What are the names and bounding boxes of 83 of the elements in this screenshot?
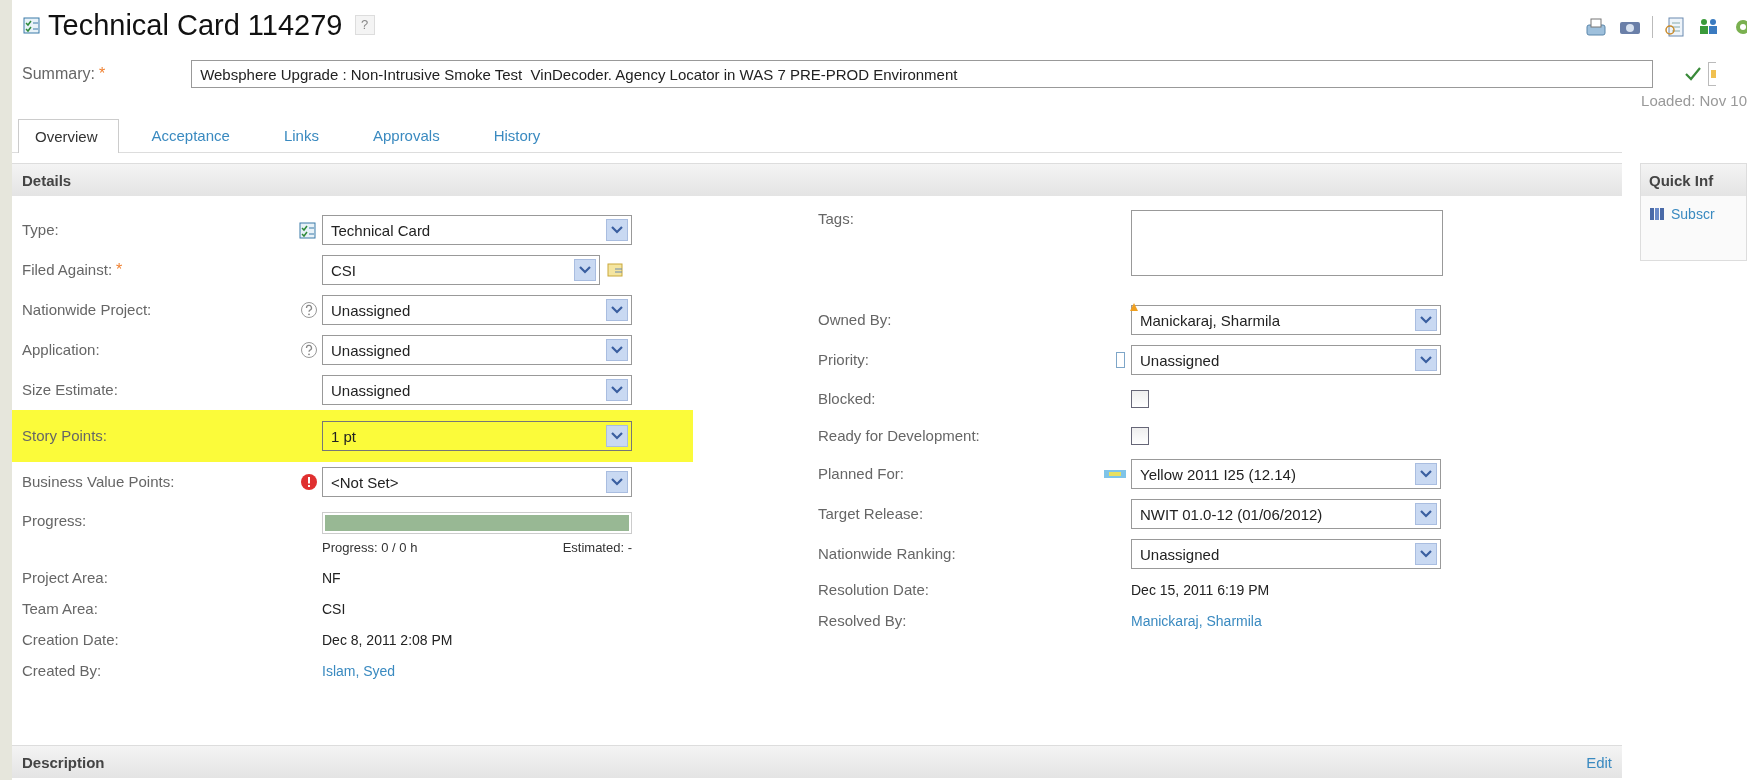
checkbox[interactable] bbox=[1131, 426, 1149, 445]
document-search-icon[interactable] bbox=[1663, 16, 1687, 38]
field-label: Planned For: bbox=[818, 465, 904, 482]
field-value: Dec 15, 2011 6:19 PM bbox=[1131, 581, 1270, 598]
estimate-text: Estimated: - bbox=[562, 540, 632, 555]
tags-field[interactable] bbox=[1131, 210, 1443, 276]
field-label: Nationwide Project: bbox=[22, 301, 152, 318]
dropdown-button[interactable] bbox=[1415, 503, 1437, 525]
panel-title: Quick Inf bbox=[1649, 171, 1714, 189]
dropdown-field[interactable]: Unassigned bbox=[322, 295, 632, 325]
field-label: Business Value Points: bbox=[22, 473, 175, 490]
field-label: Filed Against: bbox=[22, 261, 113, 278]
dropdown-field[interactable]: Unassigned bbox=[322, 375, 632, 405]
dropdown-field[interactable]: <Not Set> bbox=[322, 467, 632, 497]
error-icon bbox=[300, 473, 318, 491]
dropdown-button[interactable] bbox=[606, 219, 628, 241]
loaded-timestamp: Loaded: Nov 10 bbox=[1641, 92, 1747, 111]
subscribe-link[interactable]: Subscr bbox=[1671, 206, 1715, 222]
field-label: Team Area: bbox=[22, 599, 98, 617]
dropdown-button[interactable] bbox=[606, 339, 628, 361]
warning-icon bbox=[1130, 303, 1138, 311]
folder-icon bbox=[606, 260, 626, 280]
dropdown-field[interactable]: Unassigned bbox=[1131, 345, 1441, 375]
dropdown-field[interactable]: NWIT 01.0-12 (01/06/2012) bbox=[1131, 499, 1441, 529]
help-icon bbox=[300, 341, 318, 359]
dropdown-field[interactable]: CSI bbox=[322, 255, 600, 285]
field-label: Size Estimate: bbox=[22, 381, 118, 398]
field-label: Target Release: bbox=[818, 505, 924, 522]
field-label: Priority: bbox=[818, 351, 869, 368]
tab[interactable]: Approvals bbox=[355, 118, 461, 152]
checkbox[interactable] bbox=[1131, 389, 1149, 408]
summary-field[interactable]: Websphere Upgrade : Non-Intrusive Smoke Test VinDecoder. Agency Locator in WAS 7 PRE-PROD Environment bbox=[191, 60, 1654, 88]
dropdown-button[interactable] bbox=[1415, 349, 1437, 371]
page-title: Technical Card 114279 bbox=[48, 8, 343, 42]
section-title: Details bbox=[22, 171, 72, 189]
field-value: Dec 8, 2011 2:08 PM bbox=[322, 631, 453, 648]
field-label: Progress: bbox=[22, 512, 87, 529]
dropdown-field[interactable]: Manickaraj, Sharmila bbox=[1131, 305, 1441, 335]
tab[interactable]: Overview bbox=[18, 119, 119, 153]
field-label: Creation Date: bbox=[22, 630, 119, 648]
field-label: Project Area: bbox=[22, 568, 108, 586]
priority-icon bbox=[1115, 350, 1127, 370]
field-label: Owned By: bbox=[818, 311, 892, 328]
required-marker: * bbox=[116, 261, 123, 278]
user-link[interactable]: Islam, Syed bbox=[322, 662, 396, 679]
field-label: Blocked: bbox=[818, 389, 876, 407]
dropdown-button[interactable] bbox=[606, 425, 628, 447]
field-label: Story Points: bbox=[22, 427, 108, 444]
field-label: Application: bbox=[22, 341, 100, 358]
tab[interactable]: Links bbox=[266, 118, 340, 152]
user-link[interactable]: Manickaraj, Sharmila bbox=[1131, 612, 1262, 629]
dropdown-button[interactable] bbox=[1415, 543, 1437, 565]
dropdown-button[interactable] bbox=[606, 471, 628, 493]
iteration-icon bbox=[1103, 468, 1127, 480]
field-label: Type: bbox=[22, 221, 59, 238]
dropdown-button[interactable] bbox=[1415, 463, 1437, 485]
checklist-icon bbox=[22, 15, 42, 35]
dropdown-field[interactable]: Unassigned bbox=[322, 335, 632, 365]
dropdown-field[interactable]: Technical Card bbox=[322, 215, 632, 245]
field-label: Resolution Date: bbox=[818, 580, 929, 598]
field-label: Created By: bbox=[22, 661, 102, 679]
print-icon[interactable] bbox=[1584, 16, 1608, 38]
checklist-icon bbox=[298, 220, 318, 240]
help-icon bbox=[300, 301, 318, 319]
dropdown-button[interactable] bbox=[1415, 309, 1437, 331]
field-label: Nationwide Ranking: bbox=[818, 545, 956, 562]
tab[interactable]: History bbox=[476, 118, 562, 152]
field-label: Tags: bbox=[818, 210, 854, 227]
field-label: Resolved By: bbox=[818, 611, 907, 629]
dropdown-button[interactable] bbox=[606, 299, 628, 321]
dropdown-button[interactable] bbox=[574, 259, 596, 281]
dropdown-field[interactable]: Yellow 2011 I25 (12.14) bbox=[1131, 459, 1441, 489]
dropdown-button[interactable] bbox=[606, 379, 628, 401]
required-marker: * bbox=[98, 65, 106, 83]
tab[interactable]: Acceptance bbox=[134, 118, 251, 152]
dropdown-field[interactable]: 1 pt bbox=[322, 421, 632, 451]
field-value: CSI bbox=[322, 600, 346, 617]
summary-label: Summary: bbox=[22, 65, 95, 83]
dropdown-field[interactable]: Unassigned bbox=[1131, 539, 1441, 569]
field-value: NF bbox=[322, 569, 341, 586]
section-title: Description bbox=[22, 753, 105, 771]
progress-text: Progress: 0 / 0 h bbox=[322, 540, 418, 555]
field-label: Ready for Development: bbox=[818, 426, 980, 444]
